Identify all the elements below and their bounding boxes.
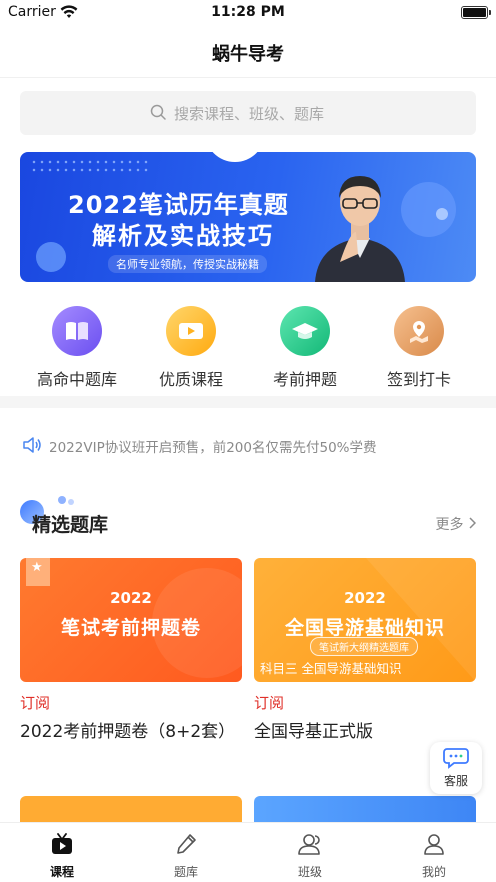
star-badge-icon <box>26 558 50 586</box>
subscribe-label: 订阅 <box>254 694 285 712</box>
banner-decoration <box>205 152 265 162</box>
tab-classes[interactable]: 班级 <box>248 831 372 880</box>
category-item-question-bank[interactable]: 高命中题库 <box>22 300 132 390</box>
battery-icon <box>461 6 491 19</box>
cover-pill: 笔试新大纲精选题库 <box>310 637 418 656</box>
category-label: 签到打卡 <box>386 370 451 389</box>
map-pin-icon <box>394 306 444 356</box>
card-cover-image: 2022 笔试考前押题卷 <box>20 558 242 682</box>
category-item-courses[interactable]: 优质课程 <box>136 300 246 390</box>
banner-tagline: 名师专业领航，传授实战秘籍 <box>108 255 267 273</box>
category-label: 高命中题库 <box>36 370 117 389</box>
banner-dots-decoration <box>30 158 150 174</box>
user-icon <box>372 831 496 857</box>
customer-service-label: 客服 <box>443 774 468 788</box>
promo-banner[interactable]: 2022笔试历年真题 解析及实战技巧 名师专业领航，传授实战秘籍 <box>20 152 476 282</box>
question-bank-card[interactable]: 2022 全国导游基础知识 笔试新大纲精选题库 科目三 全国导游基础知识 订阅 … <box>254 558 476 746</box>
cover-year: 2022 <box>344 589 386 607</box>
card-title: 2022考前押题卷（8+2套） <box>20 722 236 742</box>
tab-question-bank[interactable]: 题库 <box>124 831 248 880</box>
pencil-icon <box>124 831 248 857</box>
card-cover-image: 2022 全国导游基础知识 笔试新大纲精选题库 科目三 全国导游基础知识 <box>254 558 476 682</box>
customer-service-button[interactable]: 客服 <box>430 742 482 794</box>
clock: 11:28 PM <box>211 4 285 20</box>
subscribe-label: 订阅 <box>20 694 51 712</box>
bottom-tab-bar: 课程 题库 班级 我的 <box>0 822 496 882</box>
cover-title: 全国导游基础知识 <box>284 617 445 639</box>
group-icon <box>248 831 372 857</box>
app-screen: Carrier 11:28 PM 蜗牛导考 搜索课程、班级、题库 2022笔试历… <box>0 0 496 882</box>
announcement-bar[interactable]: 2022VIP协议班开启预售，前200名仅需先付50%学费 <box>22 434 482 456</box>
graduation-cap-icon <box>280 306 330 356</box>
page-title: 蜗牛导考 <box>212 44 284 65</box>
category-item-exam-tips[interactable]: 考前押题 <box>250 300 360 390</box>
banner-decoration <box>36 242 66 272</box>
banner-subheadline: 解析及实战技巧 <box>92 222 274 250</box>
category-label: 优质课程 <box>158 370 223 389</box>
question-bank-card[interactable]: 2022 笔试考前押题卷 订阅 2022考前押题卷（8+2套） <box>20 558 242 746</box>
speaker-icon <box>22 436 42 458</box>
cover-title: 笔试考前押题卷 <box>60 617 201 639</box>
announcement-text: 2022VIP协议班开启预售，前200名仅需先付50%学费 <box>49 440 377 456</box>
section-decoration <box>58 496 66 504</box>
chat-bubble-icon <box>430 746 482 774</box>
chevron-right-icon <box>468 517 477 533</box>
more-link[interactable]: 更多 <box>435 514 477 534</box>
search-icon <box>150 104 166 120</box>
cover-subject: 科目三 全国导游基础知识 <box>260 661 402 676</box>
tv-icon <box>0 831 124 857</box>
section-header: 精选题库 更多 <box>20 496 477 536</box>
tab-profile[interactable]: 我的 <box>372 831 496 880</box>
more-label: 更多 <box>435 517 464 533</box>
cover-year: 2022 <box>110 589 152 607</box>
video-icon <box>166 306 216 356</box>
tab-label: 课程 <box>49 865 74 879</box>
section-divider <box>0 396 496 408</box>
status-bar: Carrier 11:28 PM <box>0 0 496 28</box>
tab-courses[interactable]: 课程 <box>0 831 124 880</box>
category-grid: 高命中题库 优质课程 考前押题 签到打卡 <box>0 300 496 390</box>
search-bar[interactable]: 搜索课程、班级、题库 <box>20 91 476 135</box>
category-label: 考前押题 <box>272 370 337 389</box>
teacher-portrait-image <box>315 176 405 282</box>
category-item-checkin[interactable]: 签到打卡 <box>364 300 474 390</box>
section-title: 精选题库 <box>32 514 109 536</box>
book-icon <box>52 306 102 356</box>
search-placeholder: 搜索课程、班级、题库 <box>174 105 325 123</box>
tab-label: 题库 <box>173 865 198 879</box>
tab-label: 我的 <box>421 865 446 879</box>
tab-label: 班级 <box>297 865 322 879</box>
banner-decoration <box>436 208 448 220</box>
navigation-bar: 蜗牛导考 <box>0 28 496 78</box>
section-decoration <box>68 499 74 505</box>
banner-headline: 2022笔试历年真题 <box>68 191 289 219</box>
